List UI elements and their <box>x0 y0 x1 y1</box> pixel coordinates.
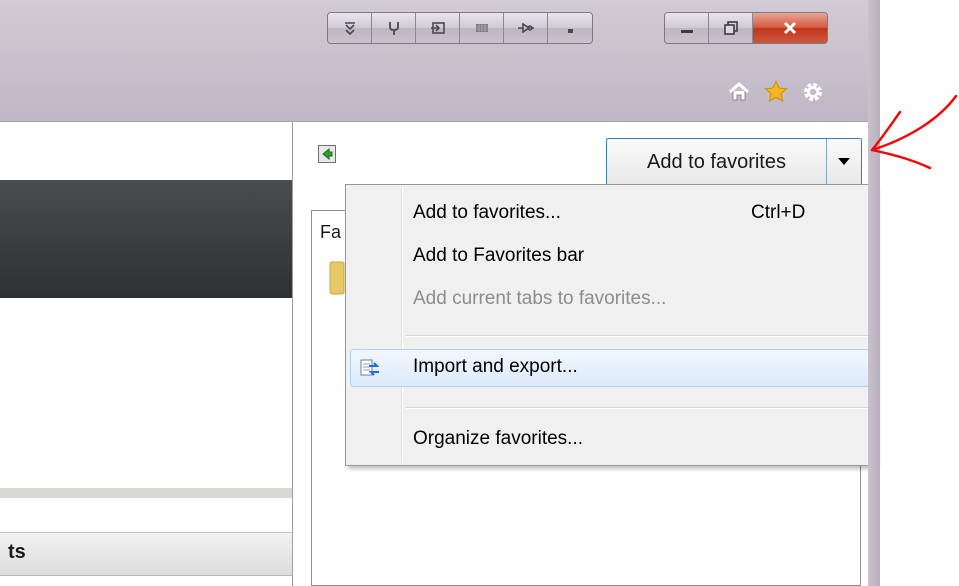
restore-button[interactable] <box>709 13 753 43</box>
tool-button[interactable] <box>372 13 416 43</box>
menu-separator <box>406 335 870 336</box>
add-favorites-menu: Add to favorites... Ctrl+D Add to Favori… <box>345 184 875 466</box>
section-header-text: ts <box>8 541 26 563</box>
command-icons <box>727 79 825 105</box>
pin-arrow-icon <box>322 147 333 161</box>
scroll-down-button[interactable] <box>328 13 372 43</box>
grid-button[interactable] <box>460 13 504 43</box>
restore-icon <box>723 21 738 35</box>
enter-button[interactable] <box>416 13 460 43</box>
menu-separator <box>406 407 870 408</box>
page-divider <box>0 488 292 498</box>
window-controls <box>664 12 828 44</box>
dock-button[interactable] <box>548 13 592 43</box>
menu-item-shortcut: Ctrl+D <box>751 202 806 223</box>
favorites-list-label: Fa <box>320 222 342 242</box>
folder-icon <box>329 261 345 295</box>
menu-item-label: Add current tabs to favorites... <box>413 288 667 309</box>
close-icon <box>783 21 797 35</box>
import-export-icon <box>360 359 380 376</box>
add-to-favorites-dropdown[interactable] <box>827 139 861 185</box>
menu-item-organize-favorites[interactable]: Organize favorites... <box>346 421 874 459</box>
menu-item-label: Import and export... <box>413 356 578 377</box>
dropdown-arrow-icon <box>838 158 850 165</box>
connector-icon <box>517 22 534 34</box>
menu-item-add-to-favorites[interactable]: Add to favorites... Ctrl+D <box>346 195 874 233</box>
extra-toolbar <box>327 12 593 44</box>
grid-icon <box>475 24 488 32</box>
enter-icon <box>430 22 445 34</box>
menu-item-import-export[interactable]: Import and export... <box>350 349 869 387</box>
gear-icon[interactable] <box>801 80 825 104</box>
menu-item-add-to-favorites-bar[interactable]: Add to Favorites bar <box>346 238 874 276</box>
menu-item-label: Organize favorites... <box>413 428 584 449</box>
menu-item-label: Add to favorites... <box>413 202 561 223</box>
pin-favorites-button[interactable] <box>318 145 336 163</box>
home-icon[interactable] <box>727 80 751 104</box>
close-button[interactable] <box>753 13 827 43</box>
menu-item-label: Add to Favorites bar <box>413 245 585 266</box>
add-to-favorites-split-button: Add to favorites <box>606 138 862 186</box>
connector-button[interactable] <box>504 13 548 43</box>
annotation-arrow <box>870 94 958 170</box>
minimize-icon <box>680 30 693 33</box>
page-header-bar <box>0 180 292 298</box>
add-to-favorites-button[interactable]: Add to favorites <box>607 139 827 185</box>
favorites-star-icon[interactable] <box>763 79 789 105</box>
page-section-header: ts <box>0 532 292 576</box>
scroll-down-icon <box>344 22 355 36</box>
dock-icon <box>568 29 573 33</box>
tool-icon <box>388 22 399 35</box>
minimize-button[interactable] <box>665 13 709 43</box>
menu-item-add-current-tabs: Add current tabs to favorites... <box>346 281 874 319</box>
